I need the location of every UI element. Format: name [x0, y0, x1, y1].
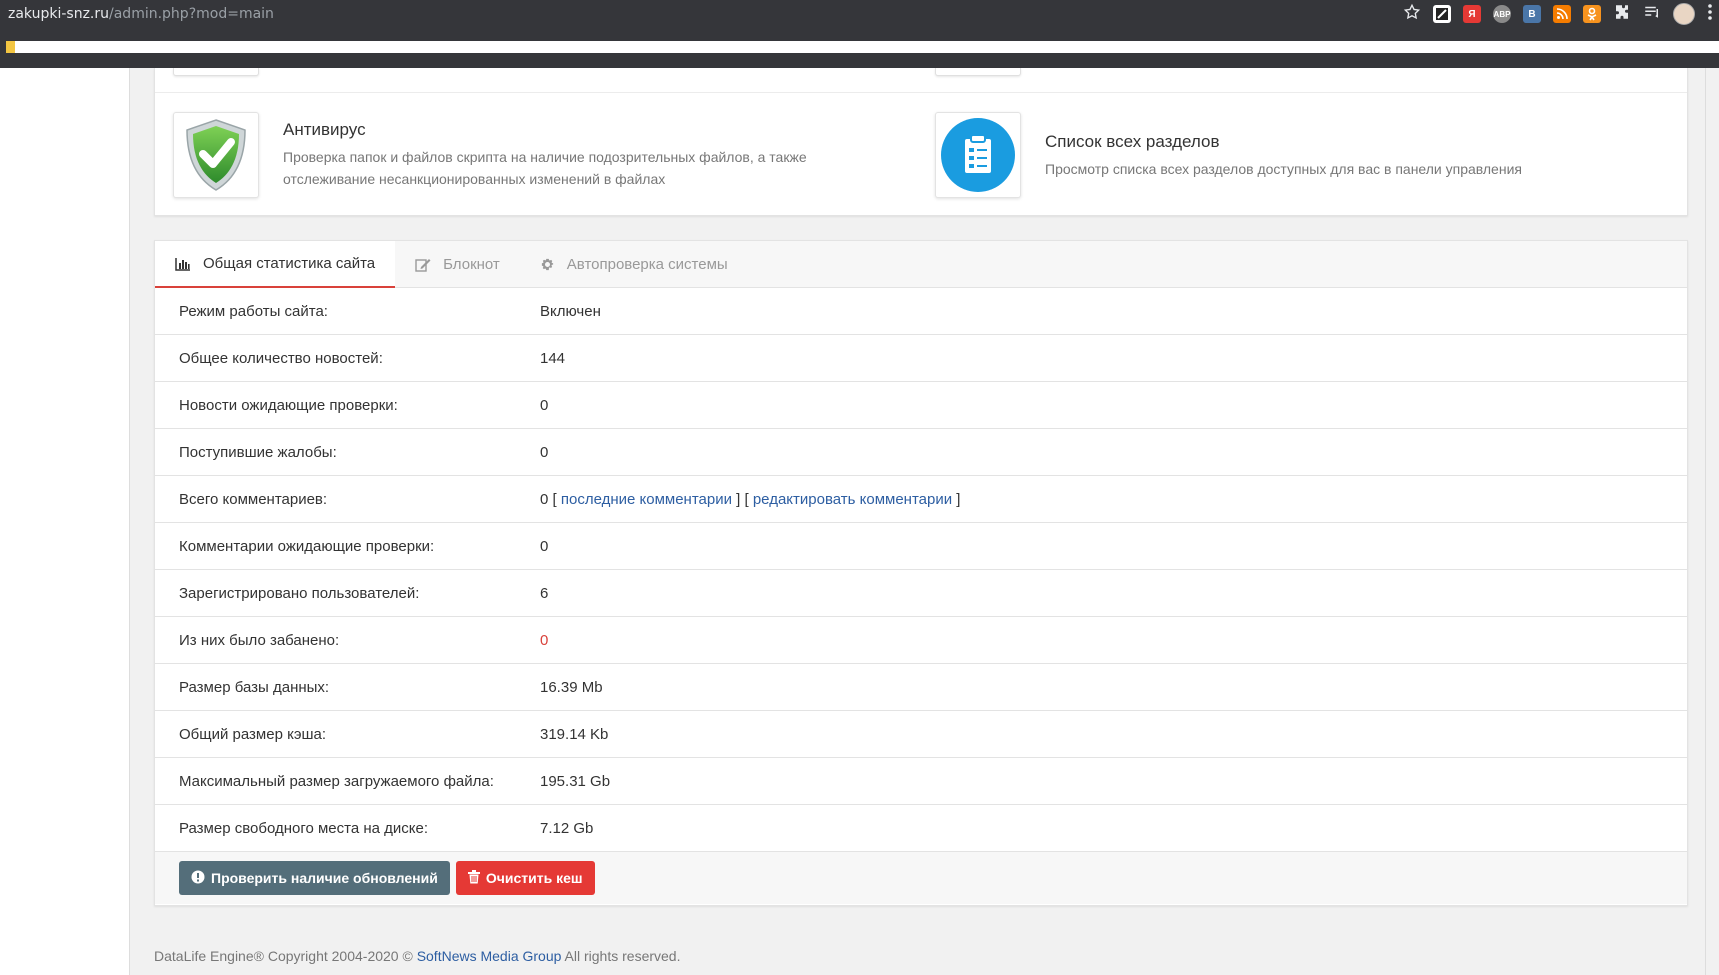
banned-count: 0 [540, 631, 549, 649]
table-row: Режим работы сайта: Включен [155, 288, 1687, 335]
module-sections-list[interactable]: Список всех разделов Просмотр списка все… [935, 112, 1522, 198]
stat-value: 0 [ последние комментарии ] [ редактиров… [540, 490, 961, 508]
clipboard-list-icon [935, 112, 1021, 198]
stat-label: Зарегистрировано пользователей: [179, 584, 420, 602]
stat-value: 319.14 Kb [540, 725, 609, 743]
url-text[interactable]: zakupki-snz.ru/admin.php?mod=main [8, 6, 274, 22]
module-title[interactable]: Антивирус [283, 120, 807, 140]
stat-label: Поступившие жалобы: [179, 443, 337, 461]
actions-bar: Проверить наличие обновлений Очистить ке… [155, 852, 1687, 904]
stat-label: Общее количество новостей: [179, 349, 383, 367]
latest-comments-link[interactable]: последние комментарии [561, 491, 732, 508]
stat-value: 7.12 Gb [540, 819, 594, 837]
module-antivirus[interactable]: Антивирус Проверка папок и файлов скрипт… [173, 112, 807, 198]
module-description: Просмотр списка всех разделов доступных … [1045, 161, 1522, 177]
rss-icon[interactable] [1553, 5, 1571, 23]
table-row: Общий размер кэша: 319.14 Kb [155, 711, 1687, 758]
stat-label: Общий размер кэша: [179, 725, 327, 743]
adblock-icon[interactable]: ABP [1493, 5, 1511, 23]
table-row: Из них было забанено: 0 [155, 617, 1687, 664]
profile-avatar[interactable] [1673, 3, 1695, 25]
odnoklassniki-icon[interactable] [1583, 5, 1601, 23]
bar-chart-icon [175, 257, 191, 271]
table-row: Размер базы данных: 16.39 Mb [155, 664, 1687, 711]
tab-system-check[interactable]: Автопроверка системы [520, 241, 748, 288]
module-title[interactable]: Список всех разделов [1045, 132, 1522, 152]
table-row: Поступившие жалобы: 0 [155, 429, 1687, 476]
shield-check-icon [173, 112, 259, 198]
bookmark-star-icon[interactable] [1403, 3, 1421, 26]
stat-label: Размер базы данных: [179, 678, 330, 696]
table-row: Максимальный размер загружаемого файла: 1… [155, 758, 1687, 805]
tab-notepad[interactable]: Блокнот [395, 241, 520, 288]
stat-value: 0 [540, 443, 549, 461]
table-row: Зарегистрировано пользователей: 6 [155, 570, 1687, 617]
clear-cache-button[interactable]: Очистить кеш [455, 861, 595, 895]
table-row: Общее количество новостей: 144 [155, 335, 1687, 382]
stat-label: Режим работы сайта: [179, 302, 328, 320]
divider [155, 92, 1687, 93]
table-row: Новости ожидающие проверки: 0 [155, 382, 1687, 429]
stat-value: 144 [540, 349, 566, 367]
softnews-link[interactable]: SoftNews Media Group [417, 948, 562, 964]
gear-icon [540, 257, 555, 272]
stat-label: Комментарии ожидающие проверки: [179, 537, 435, 555]
tab-general-stats[interactable]: Общая статистика сайта [155, 241, 396, 288]
bookmarks-bar [0, 28, 1719, 68]
browser-address-bar: zakupki-snz.ru/admin.php?mod=main Я ABP … [0, 0, 1719, 28]
table-row: Размер свободного места на диске: 7.12 Gb [155, 805, 1687, 852]
edit-comments-link[interactable]: редактировать комментарии [753, 491, 952, 508]
extension-toolbar: Я ABP B [1403, 0, 1719, 28]
check-updates-button[interactable]: Проверить наличие обновлений [179, 861, 450, 895]
stat-value: 0 [540, 396, 549, 414]
stat-value: 16.39 Mb [540, 678, 603, 696]
module-icon-stub [935, 68, 1021, 76]
scrollbar-track[interactable] [1705, 68, 1719, 975]
stat-label: Из них было забанено: [179, 631, 340, 649]
trash-icon [467, 869, 480, 887]
stat-label: Максимальный размер загружаемого файла: [179, 772, 494, 790]
bookmarks-strip [6, 41, 1719, 53]
menu-dots-icon[interactable] [1707, 3, 1713, 26]
modules-panel: Антивирус Проверка папок и файлов скрипт… [154, 68, 1688, 216]
info-circle-icon [191, 870, 205, 887]
footer-copyright: DataLife Engine® Copyright 2004-2020 © S… [154, 948, 681, 964]
stat-value: Включен [540, 302, 601, 320]
reading-list-icon[interactable] [1643, 3, 1661, 26]
vk-icon[interactable]: B [1523, 5, 1541, 23]
stat-label: Размер свободного места на диске: [179, 819, 429, 837]
module-icon-stub [173, 68, 259, 76]
edit-icon [415, 258, 431, 272]
tabs-bar: Общая статистика сайта Блокнот Автопрове… [155, 241, 1687, 288]
stat-value: 6 [540, 584, 549, 602]
puzzle-icon[interactable] [1613, 3, 1631, 26]
module-description: Проверка папок и файлов скрипта на налич… [283, 149, 807, 187]
sidebar-area [0, 68, 130, 975]
extension-1-icon[interactable] [1433, 5, 1451, 23]
stat-label: Новости ожидающие проверки: [179, 396, 398, 414]
stats-card: Общая статистика сайта Блокнот Автопрове… [154, 240, 1688, 906]
table-row: Всего комментариев: 0 [ последние коммен… [155, 476, 1687, 523]
stat-value: 195.31 Gb [540, 772, 611, 790]
table-row: Комментарии ожидающие проверки: 0 [155, 523, 1687, 570]
yandex-icon[interactable]: Я [1463, 5, 1481, 23]
stat-value: 0 [540, 537, 549, 555]
stats-table: Режим работы сайта: Включен Общее количес… [155, 288, 1687, 852]
stat-label: Всего комментариев: [179, 490, 328, 508]
